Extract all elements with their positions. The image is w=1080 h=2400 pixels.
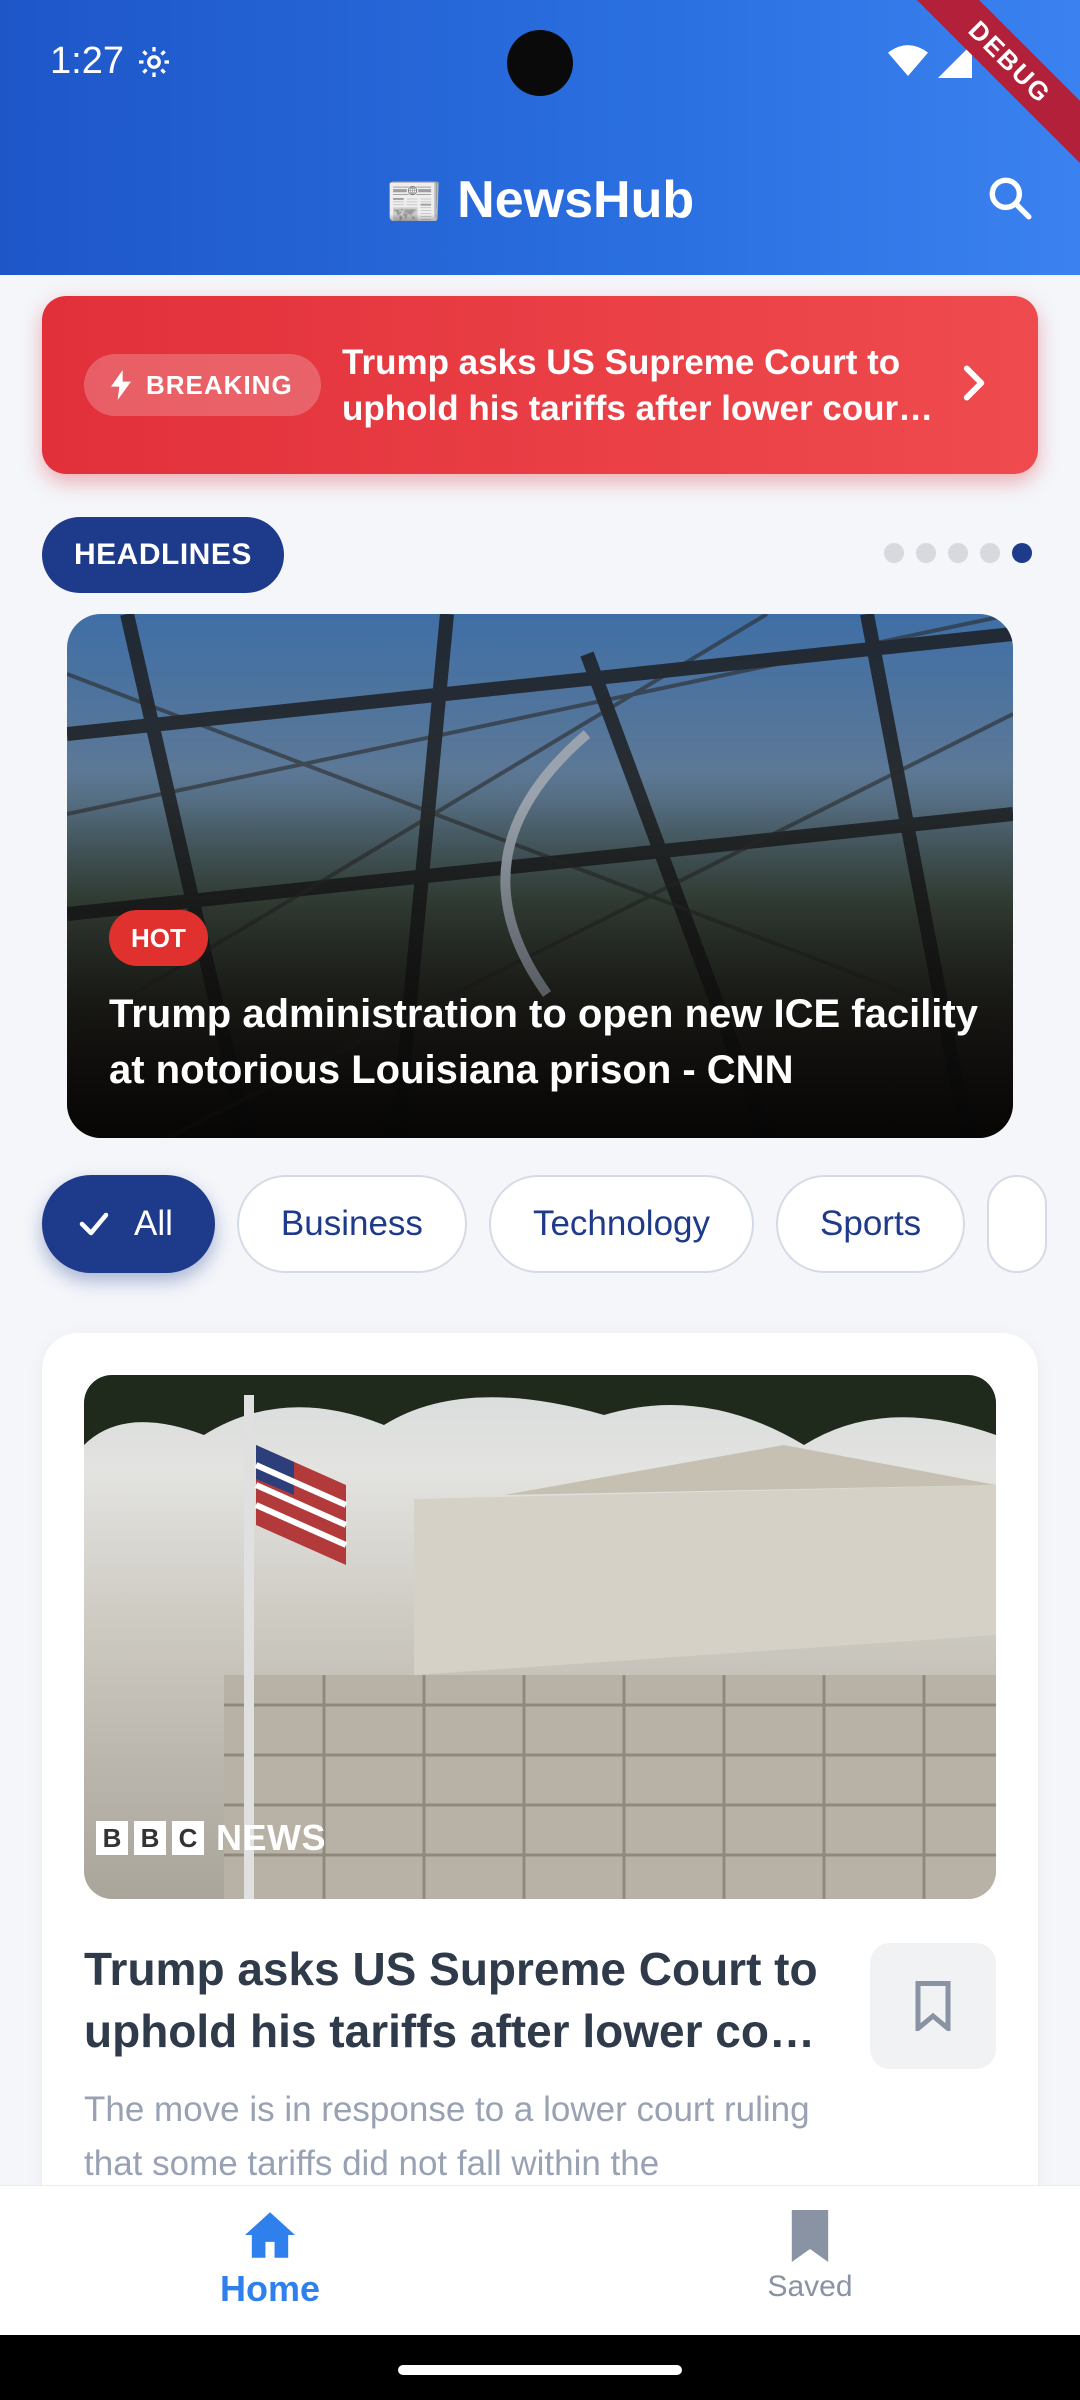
source-logo-word: NEWS [216,1817,326,1858]
article-title: Trump asks US Supreme Court to uphold hi… [84,1943,831,2057]
newspaper-icon: 📰 [385,175,444,227]
lightning-icon [111,370,131,400]
search-button[interactable] [980,168,1040,228]
article-description: The move is in response to a lower court… [84,2090,810,2183]
clock-text: 1:27 [50,40,124,82]
article-image: B B C NEWS [84,1375,996,1899]
chip-label: All [134,1204,173,1243]
system-navigation-bar [0,2335,1080,2400]
camera-cutout [507,30,573,96]
chevron-right-icon [963,365,985,401]
hero-title: Trump administration to open new ICE fac… [109,992,978,1092]
status-time: 1:27 [50,40,172,83]
chip-more[interactable] [987,1175,1048,1273]
article-card[interactable]: B B C NEWS Trump asks US Supreme Court t… [42,1333,1038,2253]
source-logo-letter: C [172,1821,204,1855]
chip-all[interactable]: All [42,1175,215,1273]
chip-label: Sports [820,1204,922,1243]
carousel-indicator [884,543,1032,563]
nav-home-label: Home [219,2268,321,2309]
debug-banner: DEBUG [895,0,1080,177]
nav-home[interactable]: Home [170,2210,370,2310]
chip-label: Technology [532,1204,711,1243]
breaking-headline: Trump asks US Supreme Court to uphold hi… [342,343,910,428]
nav-saved-label: Saved [767,2270,853,2303]
source-logo-letter: B [134,1821,166,1855]
check-icon [79,1212,109,1236]
wifi-icon [888,45,928,76]
carousel-dot-active[interactable] [1012,543,1032,563]
carousel-dot[interactable] [884,543,904,563]
chip-sports[interactable]: Sports [776,1175,966,1273]
nav-saved[interactable]: Saved [710,2210,910,2304]
chip-business[interactable]: Business [236,1175,467,1273]
app-title: 📰 NewsHub [0,170,1080,230]
bottom-navigation: Home Saved [0,2185,1080,2335]
headlines-label: HEADLINES [42,517,284,593]
home-icon [245,2212,295,2258]
hot-badge: HOT [109,910,208,966]
category-chips: All Business Technology Sports [42,1175,1048,1273]
app-bar: 1:27 DEBUG 📰 NewsHub [0,0,1080,275]
source-logo: B B C NEWS [96,1817,326,1859]
breaking-badge: BREAKING [84,354,321,416]
status-icons [888,44,972,78]
settings-gear-icon [138,46,169,77]
breaking-news-banner[interactable]: BREAKING Trump asks US Supreme Court to … [42,296,1038,474]
search-icon [989,177,1032,220]
carousel-dot[interactable] [916,543,936,563]
source-logo-letter: B [96,1821,128,1855]
carousel-dot[interactable] [980,543,1000,563]
home-gesture-handle[interactable] [398,2365,682,2375]
carousel-dot[interactable] [948,543,968,563]
breaking-label: BREAKING [146,369,293,400]
headline-hero-card[interactable]: HOT Trump administration to open new ICE… [67,614,1013,1138]
bookmark-filled-icon [791,2210,829,2262]
bookmark-button[interactable] [870,1943,996,2069]
chip-technology[interactable]: Technology [488,1175,755,1273]
bookmark-icon [915,1981,951,2031]
app-title-text: NewsHub [457,171,695,229]
chip-label: Business [280,1204,423,1243]
